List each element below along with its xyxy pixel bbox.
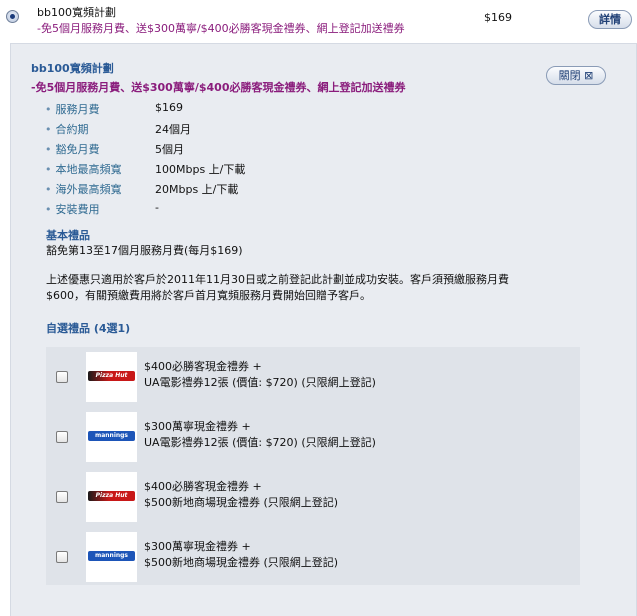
pizza-hut-logo: Pizza Hut: [86, 472, 137, 522]
mannings-logo: mannings: [86, 412, 137, 462]
optional-gift-heading: 自選禮品 (4選1): [46, 322, 131, 335]
spec-value: $169: [155, 101, 183, 114]
panel-promo: -免5個月服務月費、送$300萬寧/$400必勝客現金禮券、網上登記加送禮券: [31, 81, 406, 94]
offer-notice-line: 上述優惠只適用於客戶於2011年11月30日或之前登記此計劃並成功安裝。客戶須預…: [46, 273, 509, 286]
spec-value: 100Mbps 上/下載: [155, 163, 246, 176]
gift-option-description: $300萬寧現金禮券 + UA電影禮券12張 (價值: $720) (只限網上登…: [144, 420, 376, 449]
plan-price: $169: [484, 11, 512, 24]
offer-notice-line: $600，有關預繳費用將於客戶首月寬頻服務月費開始回贈予客戶。: [46, 289, 371, 302]
gift-option-description: $400必勝客現金禮券 + UA電影禮券12張 (價值: $720) (只限網上…: [144, 360, 376, 389]
panel-title: bb100寬頻計劃: [31, 62, 114, 75]
gift-option: mannings $300萬寧現金禮券 + $500新地商場現金禮券 (只限網上…: [46, 529, 580, 585]
spec-label: 豁免月費: [45, 141, 157, 157]
gift-option-checkbox[interactable]: [56, 551, 68, 563]
spec-label: 合約期: [45, 121, 157, 137]
spec-value: 5個月: [155, 143, 184, 156]
plan-row: bb100寬頻計劃 -免5個月服務月費、送$300萬寧/$400必勝客現金禮券、…: [0, 0, 637, 40]
gift-option: Pizza Hut $400必勝客現金禮券 + UA電影禮券12張 (價值: $…: [46, 349, 580, 405]
plan-name: bb100寬頻計劃: [37, 6, 116, 19]
gift-option-checkbox[interactable]: [56, 371, 68, 383]
gift-option-description: $400必勝客現金禮券 + $500新地商場現金禮券 (只限網上登記): [144, 480, 339, 509]
spec-value: 20Mbps 上/下載: [155, 183, 239, 196]
spec-label: 海外最高頻寬: [45, 181, 157, 197]
gift-option: mannings $300萬寧現金禮券 + UA電影禮券12張 (價值: $72…: [46, 409, 580, 465]
mannings-logo: mannings: [86, 532, 137, 582]
basic-gift-text: 豁免第13至17個月服務月費(每月$169): [46, 244, 243, 257]
gift-option: Pizza Hut $400必勝客現金禮券 + $500新地商場現金禮券 (只限…: [46, 469, 580, 525]
spec-label: 安裝費用: [45, 201, 157, 217]
gift-option-checkbox[interactable]: [56, 491, 68, 503]
details-button[interactable]: 詳情: [588, 10, 632, 29]
spec-label: 服務月費: [45, 101, 157, 117]
gift-option-description: $300萬寧現金禮券 + $500新地商場現金禮券 (只限網上登記): [144, 540, 339, 569]
pizza-hut-logo: Pizza Hut: [86, 352, 137, 402]
gift-option-checkbox[interactable]: [56, 431, 68, 443]
close-button[interactable]: 關閉 ⊠: [546, 66, 606, 85]
spec-value: -: [155, 201, 159, 214]
spec-label: 本地最高頻寬: [45, 161, 157, 177]
optional-gift-list: Pizza Hut $400必勝客現金禮券 + UA電影禮券12張 (價值: $…: [46, 347, 580, 585]
offer-notice: 上述優惠只適用於客戶於2011年11月30日或之前登記此計劃並成功安裝。客戶須預…: [46, 272, 566, 304]
spec-value: 24個月: [155, 123, 191, 136]
plan-radio-button[interactable]: [6, 10, 19, 23]
basic-gift-heading: 基本禮品: [46, 229, 90, 242]
plan-detail-panel: bb100寬頻計劃 -免5個月服務月費、送$300萬寧/$400必勝客現金禮券、…: [10, 43, 637, 616]
plan-promo: -免5個月服務月費、送$300萬寧/$400必勝客現金禮券、網上登記加送禮券: [37, 22, 405, 35]
